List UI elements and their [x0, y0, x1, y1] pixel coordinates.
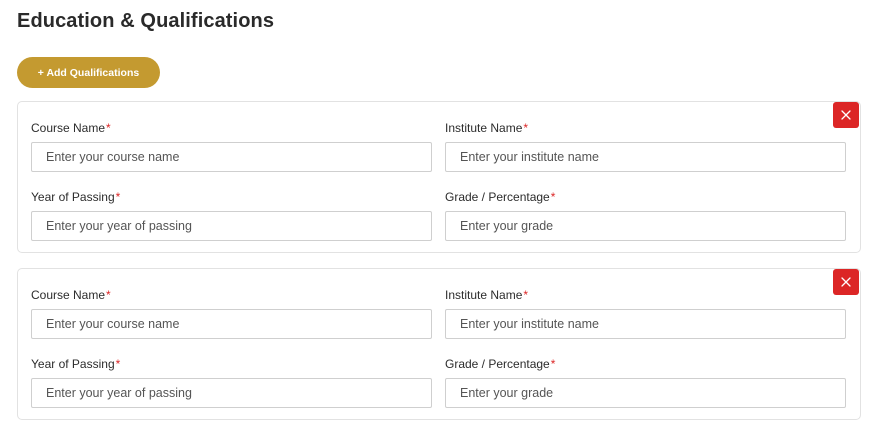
course-name-input[interactable]	[31, 309, 432, 339]
course-name-label-text: Course Name	[31, 288, 106, 302]
year-of-passing-label-text: Year of Passing	[31, 190, 115, 204]
grade-input[interactable]	[445, 378, 846, 408]
institute-name-label-text: Institute Name	[445, 288, 523, 302]
year-of-passing-label: Year of Passing*	[31, 357, 432, 372]
institute-name-label: Institute Name*	[445, 121, 846, 136]
year-of-passing-field: Year of Passing*	[31, 190, 432, 241]
course-name-label: Course Name*	[31, 288, 432, 303]
close-icon	[841, 110, 851, 120]
grade-label-text: Grade / Percentage	[445, 357, 550, 371]
required-asterisk: *	[550, 190, 556, 204]
institute-name-field: Institute Name*	[445, 288, 846, 339]
grade-input[interactable]	[445, 211, 846, 241]
course-name-label-text: Course Name	[31, 121, 106, 135]
year-of-passing-field: Year of Passing*	[31, 357, 432, 408]
institute-name-label: Institute Name*	[445, 288, 846, 303]
qualification-card: Course Name* Institute Name* Year of Pas…	[17, 268, 861, 420]
course-name-field: Course Name*	[31, 288, 432, 339]
institute-name-input[interactable]	[445, 142, 846, 172]
required-asterisk: *	[523, 288, 529, 302]
add-qualification-button[interactable]: + Add Qualifications	[17, 57, 160, 88]
year-of-passing-label-text: Year of Passing	[31, 357, 115, 371]
required-asterisk: *	[106, 121, 111, 135]
year-of-passing-input[interactable]	[31, 378, 432, 408]
course-name-label: Course Name*	[31, 121, 432, 136]
grade-label: Grade / Percentage*	[445, 190, 846, 205]
qualification-card: Course Name* Institute Name* Year of Pas…	[17, 101, 861, 253]
institute-name-label-text: Institute Name	[445, 121, 523, 135]
page-title: Education & Qualifications	[17, 10, 275, 32]
required-asterisk: *	[523, 121, 529, 135]
grade-field: Grade / Percentage*	[445, 190, 846, 241]
grade-field: Grade / Percentage*	[445, 357, 846, 408]
required-asterisk: *	[550, 357, 556, 371]
institute-name-input[interactable]	[445, 309, 846, 339]
grade-label-text: Grade / Percentage	[445, 190, 550, 204]
institute-name-field: Institute Name*	[445, 121, 846, 172]
year-of-passing-label: Year of Passing*	[31, 190, 432, 205]
course-name-input[interactable]	[31, 142, 432, 172]
course-name-field: Course Name*	[31, 121, 432, 172]
close-icon	[841, 277, 851, 287]
required-asterisk: *	[115, 190, 121, 204]
grade-label: Grade / Percentage*	[445, 357, 846, 372]
required-asterisk: *	[115, 357, 121, 371]
required-asterisk: *	[106, 288, 111, 302]
year-of-passing-input[interactable]	[31, 211, 432, 241]
